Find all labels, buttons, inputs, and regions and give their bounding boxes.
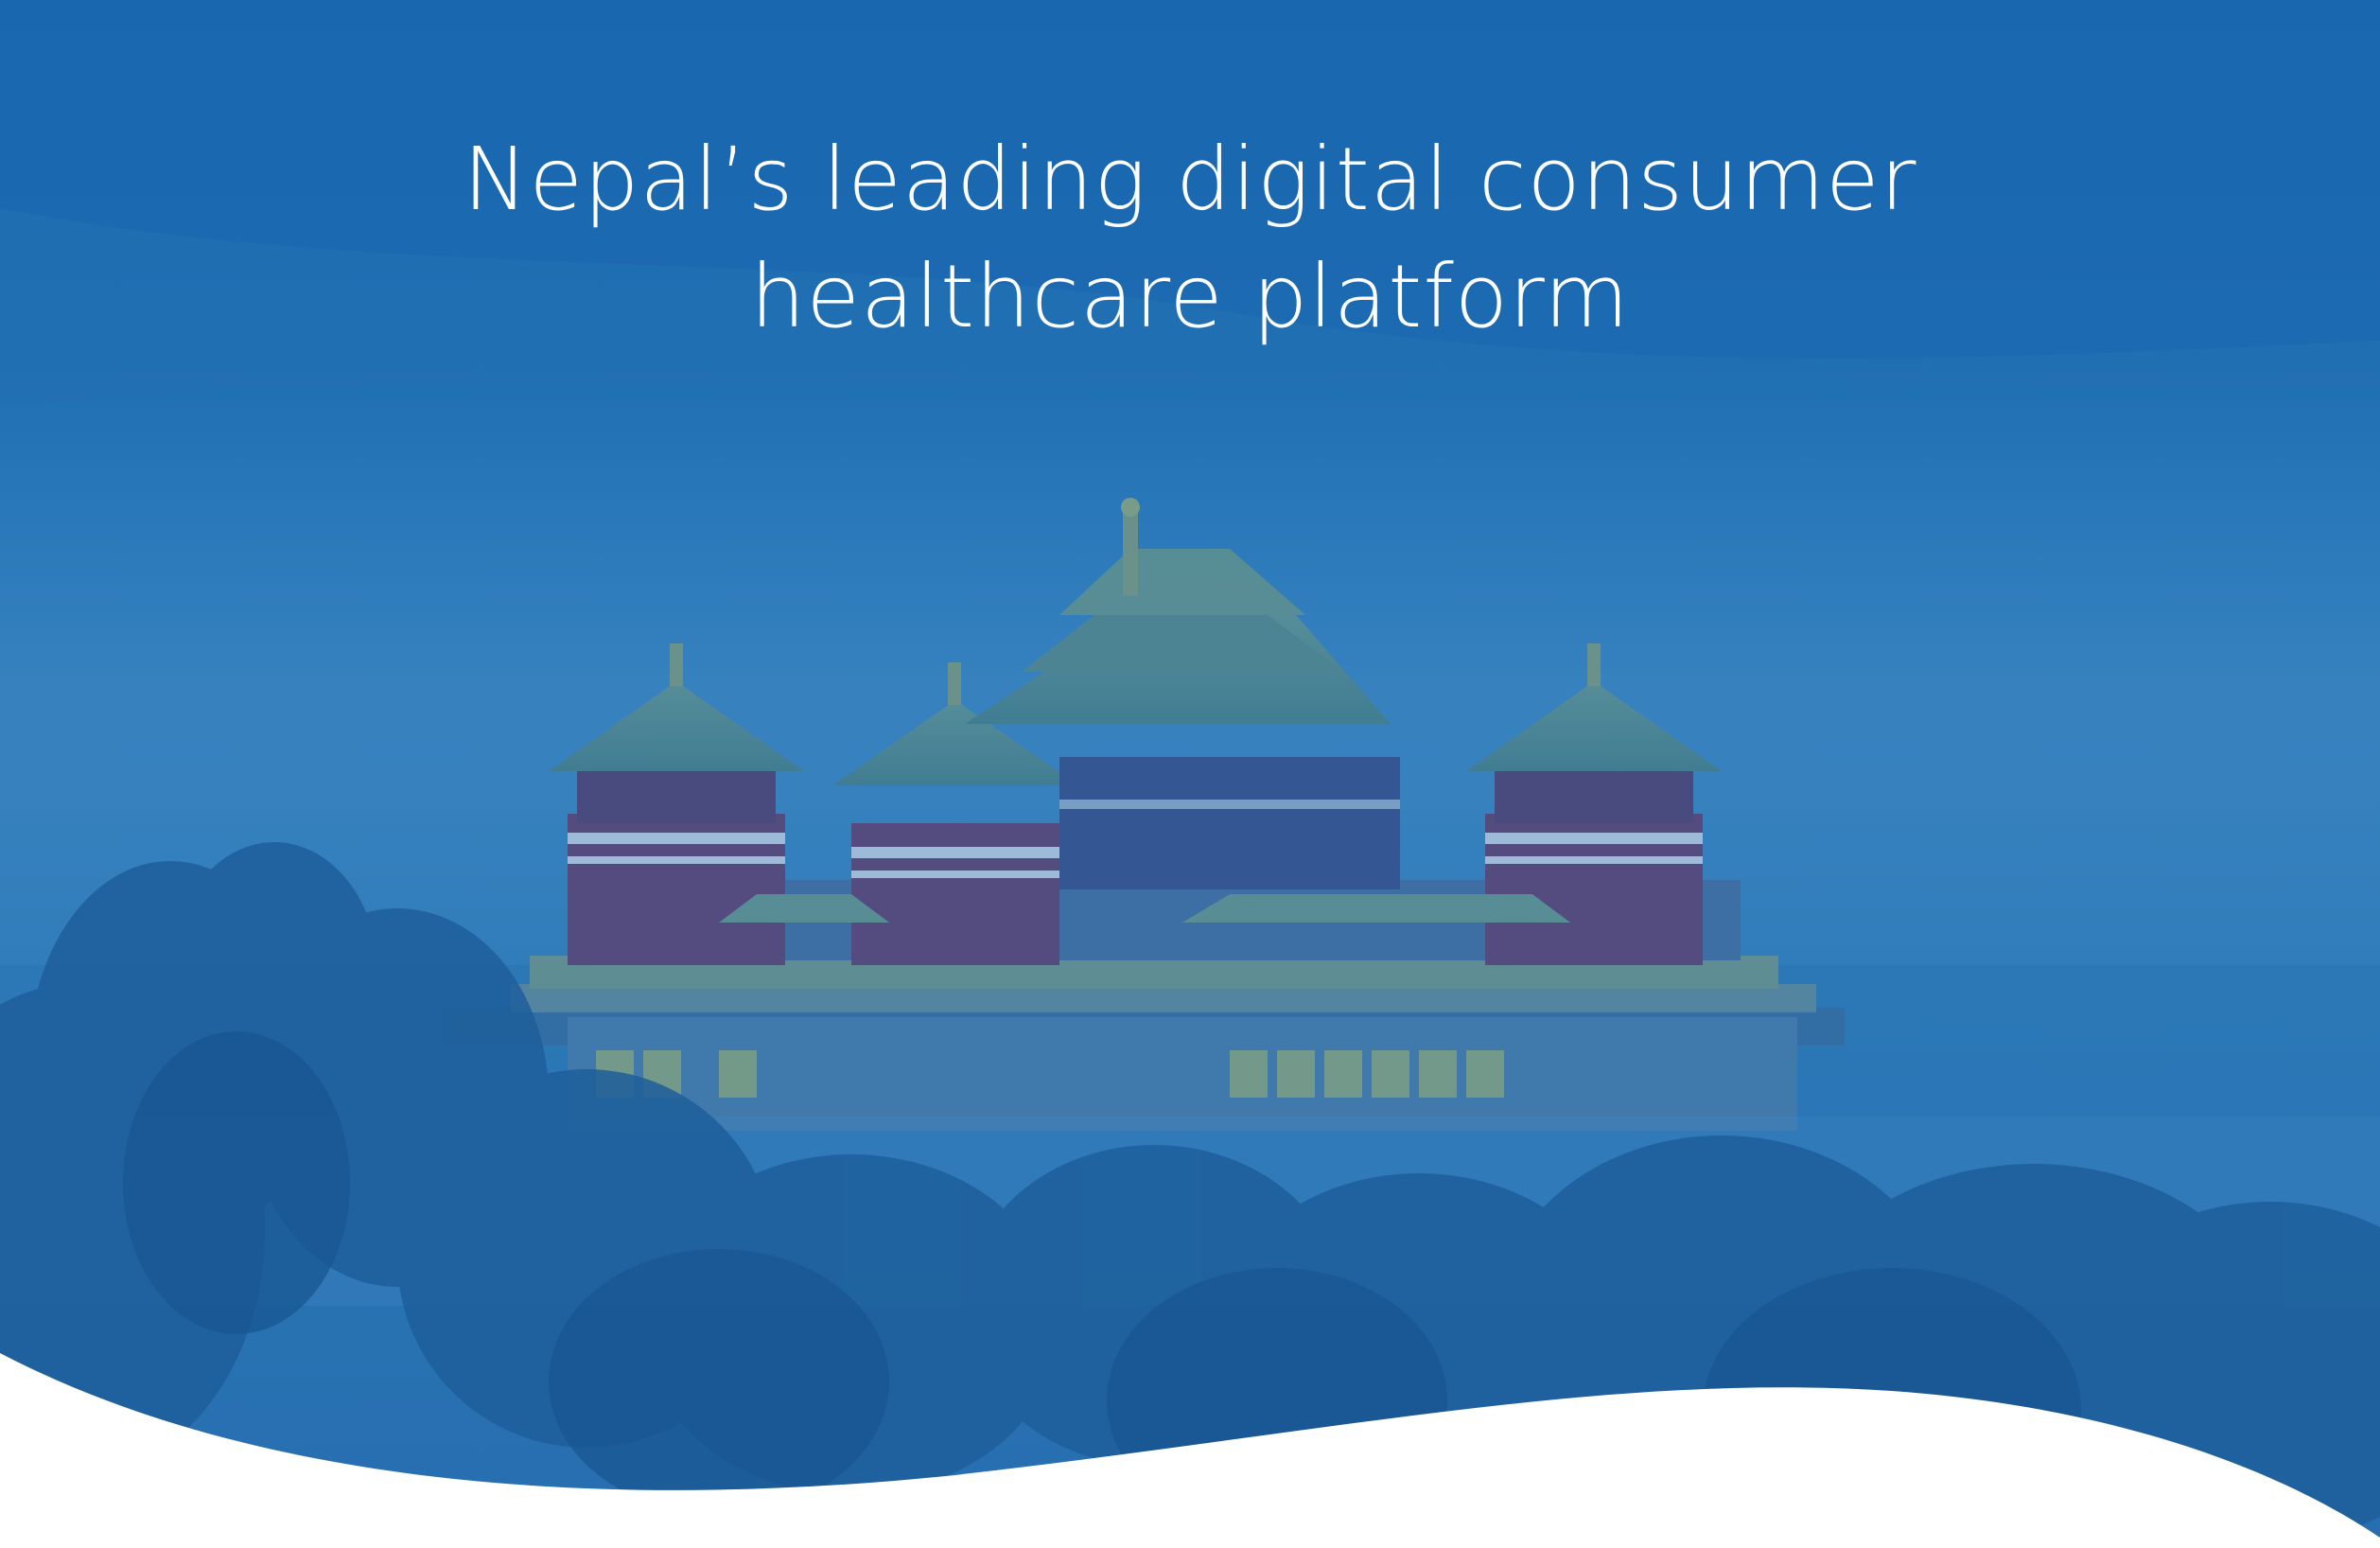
hero-banner: Nepal’s leading digital consumer healthc… [0, 0, 2380, 1548]
hero-headline: Nepal’s leading digital consumer healthc… [0, 121, 2380, 356]
headline-line-2: healthcare platform [750, 246, 1630, 347]
headline-line-1: Nepal’s leading digital consumer [463, 129, 1917, 230]
